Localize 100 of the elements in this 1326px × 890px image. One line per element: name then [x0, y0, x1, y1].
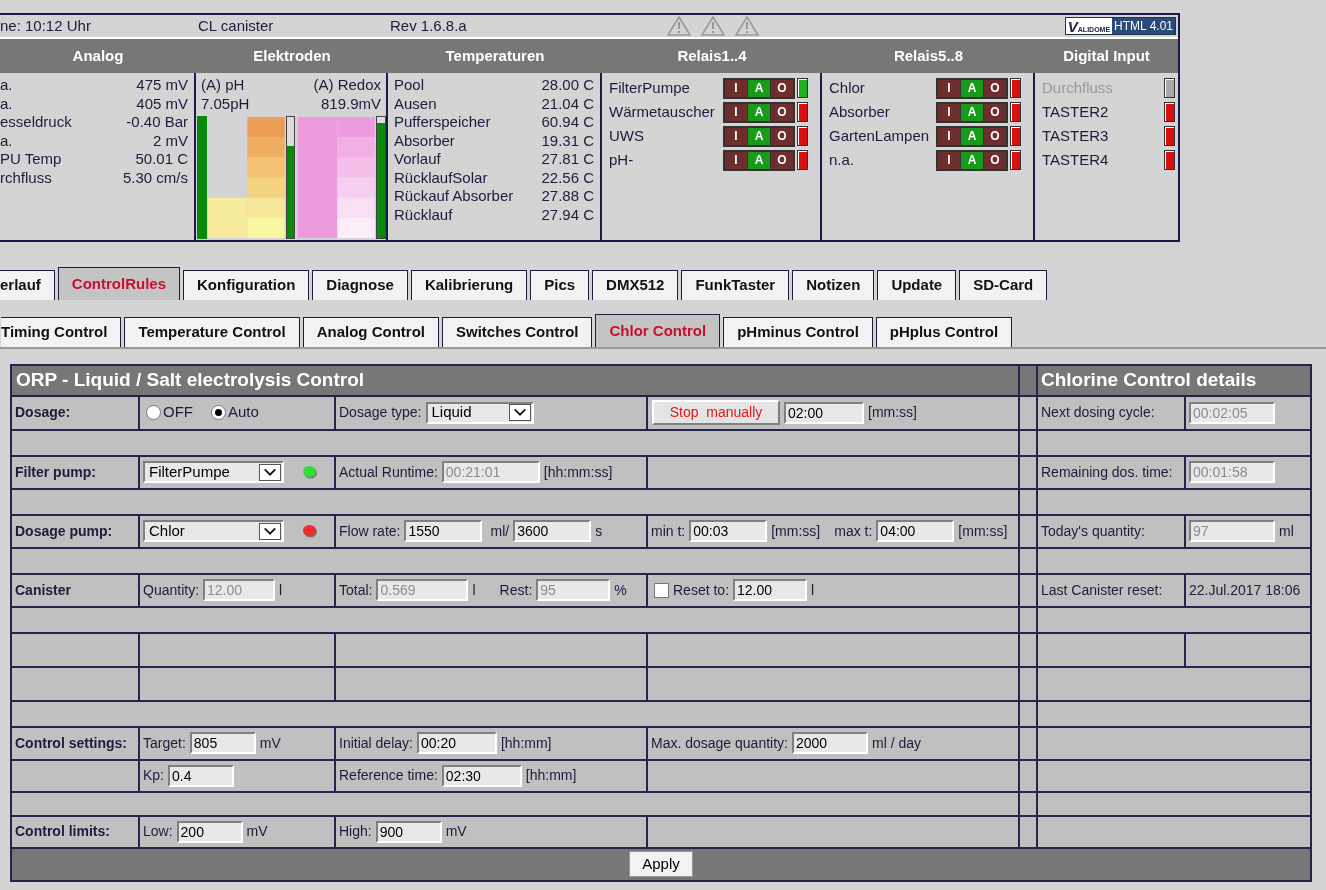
label: Pufferspeicher — [394, 113, 491, 132]
tab[interactable]: Timing Control — [1, 317, 122, 347]
status-time: ne: 10:12 Uhr — [0, 15, 92, 36]
row-label: Control limits: — [15, 822, 110, 841]
mode-button[interactable]: A — [961, 103, 983, 121]
input-field[interactable]: 00:03 — [689, 520, 768, 542]
mode-button[interactable]: A — [961, 151, 983, 169]
mode-button[interactable]: A — [748, 151, 770, 169]
label: Ausen — [394, 94, 437, 113]
tab[interactable]: Switches Control — [441, 317, 593, 347]
tab[interactable]: pHplus Control — [875, 317, 1013, 347]
tab[interactable]: Temperature Control — [124, 317, 300, 347]
value: 2 mV — [153, 131, 188, 150]
table-cell — [1020, 396, 1036, 429]
mode-button[interactable]: O — [771, 103, 793, 121]
unit: [hh:mm] — [525, 766, 577, 785]
input-field[interactable]: 1550 — [404, 520, 483, 542]
unit: [mm:ss] — [868, 403, 917, 422]
tab[interactable]: pHminus Control — [723, 317, 873, 347]
tab[interactable]: FunkTaster — [681, 270, 790, 300]
tab[interactable]: Analog Control — [302, 317, 439, 347]
table-cell — [1020, 574, 1036, 606]
section-header: Chlorine Control details — [1038, 366, 1310, 395]
label: min t: — [651, 521, 686, 541]
input-field[interactable]: 02:30 — [441, 764, 522, 787]
value: 405 mV — [136, 94, 188, 113]
input-field[interactable]: 04:00 — [876, 520, 955, 542]
mode-button[interactable]: O — [771, 151, 793, 169]
tab[interactable]: Kalibrierung — [410, 270, 528, 300]
label: Pool — [394, 76, 425, 95]
tab[interactable]: Notizen — [792, 270, 875, 300]
input-field[interactable]: 200 — [176, 820, 243, 843]
label: a. — [0, 76, 13, 95]
mode-button[interactable]: O — [984, 79, 1006, 97]
label: rchfluss — [0, 168, 52, 187]
radio-option[interactable]: OFF — [146, 401, 193, 424]
mode-button[interactable]: O — [771, 79, 793, 97]
mode-button[interactable]: A — [748, 103, 770, 121]
unit: [hh:mm] — [500, 733, 552, 753]
relay-name: GartenLampen — [829, 125, 931, 146]
input-field[interactable]: 805 — [189, 732, 256, 754]
mode-button[interactable]: A — [748, 127, 770, 145]
unit: ml — [1279, 521, 1294, 541]
dropdown[interactable]: FilterPumpe — [143, 461, 284, 483]
tab[interactable]: Pics — [530, 270, 590, 300]
input-field[interactable]: 900 — [375, 820, 442, 843]
input-field[interactable]: 12.00 — [733, 579, 808, 601]
radio-option[interactable]: Auto — [211, 401, 259, 424]
input-name: TASTER2 — [1042, 101, 1110, 122]
checkbox[interactable] — [654, 582, 669, 598]
table-cell — [1020, 816, 1036, 847]
mode-button[interactable]: I — [938, 127, 960, 145]
label: Last Canister reset: — [1041, 580, 1163, 600]
date-time: 22.Jul.2017 18:06 — [1189, 580, 1301, 600]
chevron-down-icon — [259, 522, 281, 540]
label: Next dosing cycle: — [1041, 403, 1155, 422]
stop-button[interactable]: Stop manually — [652, 400, 780, 425]
tab[interactable]: Update — [877, 270, 957, 300]
tab[interactable]: Diagnose — [312, 270, 408, 300]
dropdown[interactable]: Chlor — [143, 520, 284, 542]
input-field[interactable]: 3600 — [513, 520, 592, 542]
label: Reset to: — [673, 580, 730, 600]
tab[interactable]: erlauf — [0, 270, 55, 300]
label: a. — [0, 94, 13, 113]
input-field[interactable]: 00:20 — [416, 732, 497, 754]
table-cell — [1020, 548, 1036, 573]
unit: l — [811, 580, 815, 600]
mode-button[interactable]: A — [961, 79, 983, 97]
dropdown[interactable]: Liquid — [425, 401, 534, 424]
input-field[interactable]: 0.4 — [168, 764, 234, 787]
mode-button[interactable]: I — [938, 103, 960, 121]
mode-button[interactable]: I — [725, 127, 747, 145]
tab[interactable]: DMX512 — [592, 270, 679, 300]
mode-button[interactable]: O — [984, 151, 1006, 169]
label: Vorlauf — [394, 150, 441, 169]
tab[interactable]: Konfiguration — [183, 270, 310, 300]
mode-button[interactable]: I — [725, 103, 747, 121]
mode-button[interactable]: O — [771, 127, 793, 145]
column-title: Elektroden — [252, 45, 332, 66]
mode-button[interactable]: O — [984, 103, 1006, 121]
device-name: CL canister — [198, 15, 275, 36]
input-field[interactable]: 2000 — [792, 732, 868, 754]
unit: ml/ — [490, 521, 510, 541]
mode-button[interactable]: I — [938, 151, 960, 169]
mode-button[interactable]: A — [961, 127, 983, 145]
warning-icon — [734, 15, 760, 37]
value: -0.40 Bar — [126, 113, 188, 132]
label: Rückauf Absorber — [394, 187, 514, 206]
mode-button[interactable]: O — [984, 127, 1006, 145]
mode-button[interactable]: I — [938, 79, 960, 97]
mode-button[interactable]: I — [725, 79, 747, 97]
mode-button[interactable]: I — [725, 151, 747, 169]
apply-button[interactable]: Apply — [629, 851, 693, 877]
value: 21.04 C — [541, 94, 594, 113]
tab[interactable]: SD-Card — [959, 270, 1048, 300]
relay-name: Wärmetauscher — [609, 101, 716, 122]
relay-name: n.a. — [829, 149, 856, 170]
table-cell — [1020, 456, 1036, 488]
input-field[interactable]: 02:00 — [784, 401, 864, 424]
mode-button[interactable]: A — [748, 79, 770, 97]
